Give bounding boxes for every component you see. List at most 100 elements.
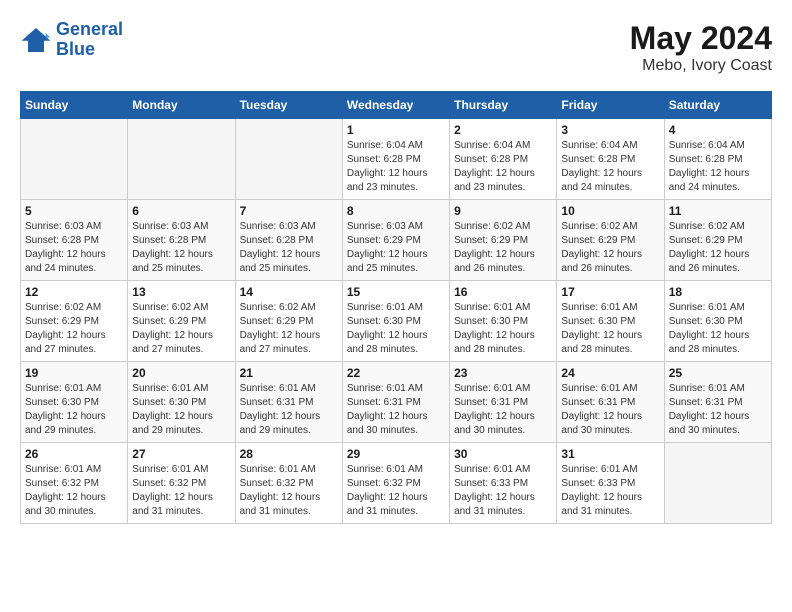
day-number: 26 <box>25 447 123 461</box>
calendar-header: SundayMondayTuesdayWednesdayThursdayFrid… <box>21 92 772 119</box>
calendar-cell: 5 Sunrise: 6:03 AMSunset: 6:28 PMDaylight… <box>21 200 128 281</box>
day-number: 29 <box>347 447 445 461</box>
day-number: 11 <box>669 204 767 218</box>
day-info: Sunrise: 6:01 AMSunset: 6:31 PMDaylight:… <box>669 382 767 438</box>
day-info: Sunrise: 6:01 AMSunset: 6:31 PMDaylight:… <box>454 382 552 438</box>
calendar-cell: 21 Sunrise: 6:01 AMSunset: 6:31 PMDayligh… <box>235 362 342 443</box>
calendar-cell: 18Sunrise: 6:01 AMSunset: 6:30 PMDayligh… <box>664 281 771 362</box>
calendar-subtitle: Mebo, Ivory Coast <box>630 57 772 75</box>
day-number: 5 <box>25 204 123 218</box>
day-info: Sunrise: 6:01 AMSunset: 6:32 PMDaylight:… <box>25 463 123 519</box>
calendar-cell: 27 Sunrise: 6:01 AMSunset: 6:32 PMDayligh… <box>128 443 235 524</box>
day-number: 19 <box>25 366 123 380</box>
day-info: Sunrise: 6:01 AMSunset: 6:33 PMDaylight:… <box>454 463 552 519</box>
day-info: Sunrise: 6:03 AMSunset: 6:28 PMDaylight:… <box>132 220 230 276</box>
day-info: Sunrise: 6:03 AMSunset: 6:29 PMDaylight:… <box>347 220 445 276</box>
title-block: May 2024 Mebo, Ivory Coast <box>630 20 772 75</box>
day-number: 17 <box>561 285 659 299</box>
day-info: Sunrise: 6:01 AMSunset: 6:32 PMDaylight:… <box>240 463 338 519</box>
day-number: 24 <box>561 366 659 380</box>
day-info: Sunrise: 6:04 AMSunset: 6:28 PMDaylight:… <box>561 139 659 195</box>
day-number: 25 <box>669 366 767 380</box>
calendar-cell: 11 Sunrise: 6:02 AMSunset: 6:29 PMDayligh… <box>664 200 771 281</box>
calendar-cell: 6 Sunrise: 6:03 AMSunset: 6:28 PMDaylight… <box>128 200 235 281</box>
day-number: 20 <box>132 366 230 380</box>
day-info: Sunrise: 6:04 AMSunset: 6:28 PMDaylight:… <box>454 139 552 195</box>
day-number: 13 <box>132 285 230 299</box>
day-number: 28 <box>240 447 338 461</box>
day-number: 14 <box>240 285 338 299</box>
day-number: 31 <box>561 447 659 461</box>
calendar-week-row: 5 Sunrise: 6:03 AMSunset: 6:28 PMDaylight… <box>21 200 772 281</box>
day-info: Sunrise: 6:03 AMSunset: 6:28 PMDaylight:… <box>240 220 338 276</box>
calendar-cell: 29 Sunrise: 6:01 AMSunset: 6:32 PMDayligh… <box>342 443 449 524</box>
calendar-cell: 26 Sunrise: 6:01 AMSunset: 6:32 PMDayligh… <box>21 443 128 524</box>
day-info: Sunrise: 6:02 AMSunset: 6:29 PMDaylight:… <box>669 220 767 276</box>
day-number: 22 <box>347 366 445 380</box>
day-number: 1 <box>347 123 445 137</box>
calendar-cell: 30 Sunrise: 6:01 AMSunset: 6:33 PMDayligh… <box>450 443 557 524</box>
calendar-cell: 20Sunrise: 6:01 AMSunset: 6:30 PMDayligh… <box>128 362 235 443</box>
day-number: 21 <box>240 366 338 380</box>
day-number: 12 <box>25 285 123 299</box>
logo: General Blue <box>20 20 123 60</box>
weekday-header: Wednesday <box>342 92 449 119</box>
day-number: 10 <box>561 204 659 218</box>
day-info: Sunrise: 6:01 AMSunset: 6:30 PMDaylight:… <box>25 382 123 438</box>
calendar-cell: 25 Sunrise: 6:01 AMSunset: 6:31 PMDayligh… <box>664 362 771 443</box>
calendar-table: SundayMondayTuesdayWednesdayThursdayFrid… <box>20 91 772 524</box>
day-info: Sunrise: 6:01 AMSunset: 6:30 PMDaylight:… <box>561 301 659 357</box>
day-info: Sunrise: 6:02 AMSunset: 6:29 PMDaylight:… <box>454 220 552 276</box>
calendar-cell: 31Sunrise: 6:01 AMSunset: 6:33 PMDayligh… <box>557 443 664 524</box>
weekday-header: Sunday <box>21 92 128 119</box>
calendar-cell: 28 Sunrise: 6:01 AMSunset: 6:32 PMDayligh… <box>235 443 342 524</box>
calendar-cell: 17 Sunrise: 6:01 AMSunset: 6:30 PMDayligh… <box>557 281 664 362</box>
day-number: 18 <box>669 285 767 299</box>
day-number: 30 <box>454 447 552 461</box>
day-info: Sunrise: 6:01 AMSunset: 6:32 PMDaylight:… <box>132 463 230 519</box>
day-number: 4 <box>669 123 767 137</box>
calendar-week-row: 26 Sunrise: 6:01 AMSunset: 6:32 PMDayligh… <box>21 443 772 524</box>
day-info: Sunrise: 6:01 AMSunset: 6:30 PMDaylight:… <box>347 301 445 357</box>
day-info: Sunrise: 6:04 AMSunset: 6:28 PMDaylight:… <box>347 139 445 195</box>
weekday-header: Monday <box>128 92 235 119</box>
calendar-body: 1 Sunrise: 6:04 AMSunset: 6:28 PMDaylight… <box>21 119 772 524</box>
weekday-header: Saturday <box>664 92 771 119</box>
calendar-cell: 7 Sunrise: 6:03 AMSunset: 6:28 PMDaylight… <box>235 200 342 281</box>
day-info: Sunrise: 6:02 AMSunset: 6:29 PMDaylight:… <box>561 220 659 276</box>
day-number: 2 <box>454 123 552 137</box>
calendar-cell: 12Sunrise: 6:02 AMSunset: 6:29 PMDayligh… <box>21 281 128 362</box>
day-number: 23 <box>454 366 552 380</box>
day-info: Sunrise: 6:01 AMSunset: 6:30 PMDaylight:… <box>454 301 552 357</box>
calendar-cell: 24 Sunrise: 6:01 AMSunset: 6:31 PMDayligh… <box>557 362 664 443</box>
day-number: 9 <box>454 204 552 218</box>
calendar-cell <box>21 119 128 200</box>
calendar-cell: 8 Sunrise: 6:03 AMSunset: 6:29 PMDaylight… <box>342 200 449 281</box>
day-info: Sunrise: 6:01 AMSunset: 6:32 PMDaylight:… <box>347 463 445 519</box>
calendar-cell: 2 Sunrise: 6:04 AMSunset: 6:28 PMDaylight… <box>450 119 557 200</box>
calendar-cell: 1 Sunrise: 6:04 AMSunset: 6:28 PMDaylight… <box>342 119 449 200</box>
calendar-cell <box>235 119 342 200</box>
day-info: Sunrise: 6:03 AMSunset: 6:28 PMDaylight:… <box>25 220 123 276</box>
calendar-cell <box>128 119 235 200</box>
day-number: 8 <box>347 204 445 218</box>
weekday-row: SundayMondayTuesdayWednesdayThursdayFrid… <box>21 92 772 119</box>
calendar-cell <box>664 443 771 524</box>
calendar-title: May 2024 <box>630 20 772 57</box>
day-number: 27 <box>132 447 230 461</box>
calendar-cell: 10 Sunrise: 6:02 AMSunset: 6:29 PMDayligh… <box>557 200 664 281</box>
day-info: Sunrise: 6:01 AMSunset: 6:31 PMDaylight:… <box>240 382 338 438</box>
calendar-cell: 4 Sunrise: 6:04 AMSunset: 6:28 PMDaylight… <box>664 119 771 200</box>
day-info: Sunrise: 6:04 AMSunset: 6:28 PMDaylight:… <box>669 139 767 195</box>
calendar-week-row: 12Sunrise: 6:02 AMSunset: 6:29 PMDayligh… <box>21 281 772 362</box>
logo-text: General Blue <box>56 20 123 60</box>
calendar-cell: 3 Sunrise: 6:04 AMSunset: 6:28 PMDaylight… <box>557 119 664 200</box>
day-number: 6 <box>132 204 230 218</box>
calendar-cell: 23 Sunrise: 6:01 AMSunset: 6:31 PMDayligh… <box>450 362 557 443</box>
weekday-header: Thursday <box>450 92 557 119</box>
calendar-week-row: 19 Sunrise: 6:01 AMSunset: 6:30 PMDayligh… <box>21 362 772 443</box>
day-number: 3 <box>561 123 659 137</box>
day-number: 7 <box>240 204 338 218</box>
calendar-cell: 16Sunrise: 6:01 AMSunset: 6:30 PMDayligh… <box>450 281 557 362</box>
day-info: Sunrise: 6:01 AMSunset: 6:31 PMDaylight:… <box>561 382 659 438</box>
